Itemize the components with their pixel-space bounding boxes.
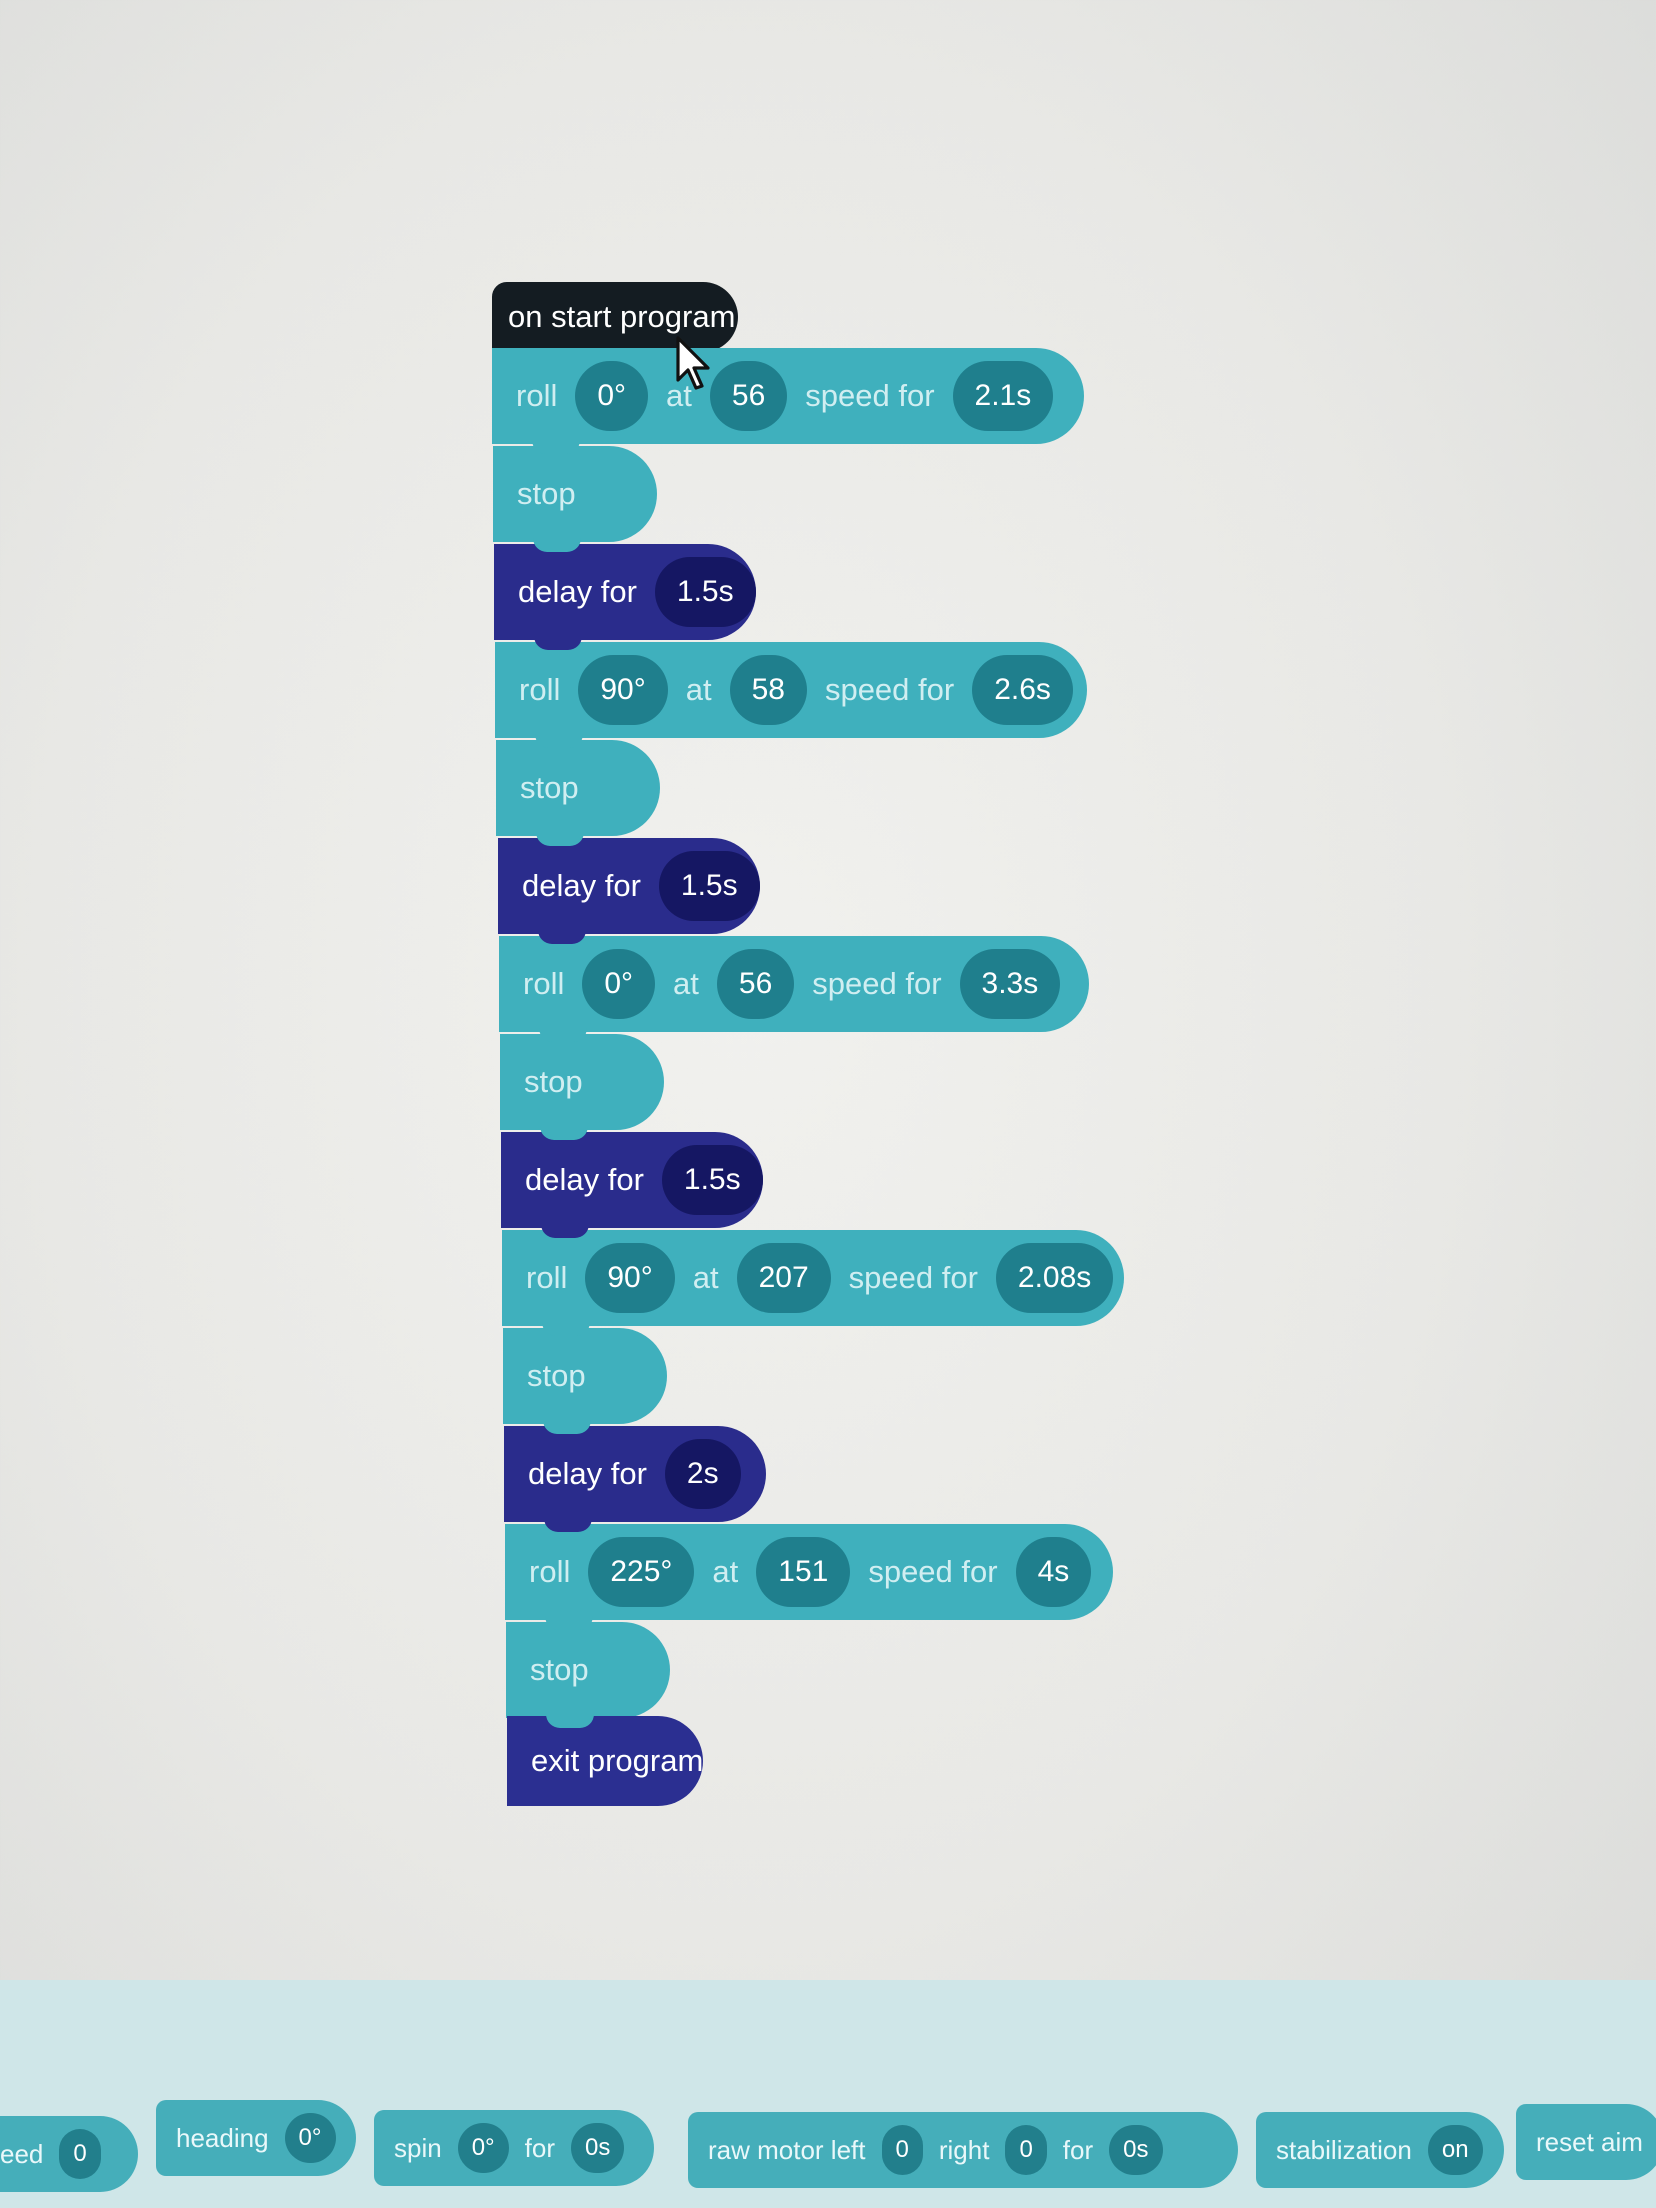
roll-heading-input[interactable]: 90° bbox=[585, 1243, 675, 1313]
roll-duration-input[interactable]: 2.08s bbox=[995, 1243, 1114, 1313]
block-connector-notch bbox=[543, 1420, 591, 1434]
roll-speed-input[interactable]: 151 bbox=[756, 1537, 851, 1607]
roll-block[interactable]: roll 0° at 56 speed for 3.3s bbox=[499, 936, 1089, 1042]
speed-for-label: speed for bbox=[868, 1554, 998, 1589]
roll-heading-input[interactable]: 90° bbox=[578, 655, 668, 725]
roll-heading-input[interactable]: 0° bbox=[582, 949, 656, 1019]
stop-block[interactable]: stop bbox=[506, 1622, 670, 1728]
delay-for-label: delay for bbox=[528, 1456, 647, 1491]
palette-raw-motor-block[interactable]: raw motor left 0 right 0 for 0s bbox=[688, 2112, 1238, 2188]
block-connector-notch bbox=[545, 1616, 593, 1630]
stop-block[interactable]: stop bbox=[493, 446, 657, 552]
exit-program-block[interactable]: exit program bbox=[507, 1716, 703, 1806]
roll-speed-input[interactable]: 58 bbox=[729, 655, 807, 725]
roll-speed-input[interactable]: 207 bbox=[736, 1243, 831, 1313]
roll-label: roll bbox=[523, 966, 565, 1001]
delay-block[interactable]: delay for 1.5s bbox=[501, 1132, 763, 1238]
at-label: at bbox=[685, 672, 712, 707]
block-connector-notch bbox=[540, 1126, 588, 1140]
roll-speed-input[interactable]: 56 bbox=[709, 361, 788, 431]
delay-for-label: delay for bbox=[522, 868, 641, 903]
speed-for-label: speed for bbox=[848, 1260, 978, 1295]
delay-duration-input[interactable]: 1.5s bbox=[658, 851, 760, 921]
roll-label: roll bbox=[516, 378, 558, 413]
program-canvas[interactable]: on start program roll 0° at 56 speed for 2.1s… bbox=[0, 0, 1656, 1980]
roll-block[interactable]: roll 90° at 207 speed for 2.08s bbox=[502, 1230, 1124, 1336]
palette-stabilization-toggle[interactable]: on bbox=[1427, 2125, 1483, 2175]
exit-program-label: exit program bbox=[531, 1743, 704, 1778]
block-connector-notch bbox=[538, 930, 586, 944]
palette-heading-block[interactable]: heading 0° bbox=[156, 2100, 356, 2176]
speed-for-label: speed for bbox=[812, 966, 942, 1001]
mouse-cursor-icon bbox=[676, 336, 710, 390]
palette-raw-right-value[interactable]: 0 bbox=[1005, 2125, 1047, 2175]
palette-spin-for-label: for bbox=[524, 2132, 555, 2163]
roll-block[interactable]: roll 90° at 58 speed for 2.6s bbox=[495, 642, 1087, 748]
stop-label: stop bbox=[530, 1652, 589, 1687]
delay-for-label: delay for bbox=[525, 1162, 644, 1197]
delay-duration-input[interactable]: 1.5s bbox=[654, 557, 756, 627]
palette-raw-for-label: for bbox=[1062, 2134, 1094, 2165]
delay-block[interactable]: delay for 1.5s bbox=[494, 544, 756, 650]
palette-spin-duration[interactable]: 0s bbox=[571, 2123, 625, 2173]
palette-heading-value[interactable]: 0° bbox=[284, 2113, 336, 2163]
delay-duration-input[interactable]: 2s bbox=[664, 1439, 741, 1509]
roll-block[interactable]: roll 0° at 56 speed for 2.1s bbox=[492, 348, 1084, 454]
palette-stabilization-block[interactable]: stabilization on bbox=[1256, 2112, 1504, 2188]
delay-duration-input[interactable]: 1.5s bbox=[661, 1145, 763, 1215]
delay-block[interactable]: delay for 1.5s bbox=[498, 838, 760, 944]
roll-duration-input[interactable]: 4s bbox=[1015, 1537, 1092, 1607]
palette-reset-aim-block[interactable]: reset aim bbox=[1516, 2104, 1656, 2180]
at-label: at bbox=[692, 1260, 719, 1295]
palette-spin-label: spin bbox=[394, 2132, 442, 2163]
on-start-program-label: on start program bbox=[508, 299, 736, 334]
palette-stabilization-label: stabilization bbox=[1276, 2134, 1412, 2165]
palette-speed-label: eed bbox=[0, 2138, 44, 2169]
palette-raw-motor-label: raw motor left bbox=[708, 2134, 866, 2165]
block-connector-notch bbox=[534, 636, 582, 650]
roll-label: roll bbox=[519, 672, 561, 707]
palette-spin-block[interactable]: spin 0° for 0s bbox=[374, 2110, 654, 2186]
roll-duration-input[interactable]: 2.1s bbox=[952, 361, 1054, 431]
roll-speed-input[interactable]: 56 bbox=[716, 949, 795, 1019]
speed-for-label: speed for bbox=[805, 378, 935, 413]
palette-reset-aim-label: reset aim bbox=[1536, 2126, 1643, 2157]
roll-heading-input[interactable]: 0° bbox=[575, 361, 649, 431]
roll-block[interactable]: roll 225° at 151 speed for 4s bbox=[505, 1524, 1113, 1630]
block-connector-notch bbox=[533, 538, 581, 552]
block-connector-notch bbox=[536, 832, 584, 846]
stop-label: stop bbox=[520, 770, 579, 805]
at-label: at bbox=[673, 966, 699, 1001]
block-connector-notch bbox=[544, 1518, 592, 1532]
palette-raw-duration[interactable]: 0s bbox=[1109, 2125, 1163, 2175]
palette-speed-value[interactable]: 0 bbox=[59, 2129, 101, 2179]
block-connector-notch bbox=[542, 1322, 590, 1336]
delay-for-label: delay for bbox=[518, 574, 637, 609]
stop-label: stop bbox=[527, 1358, 586, 1393]
palette-spin-value[interactable]: 0° bbox=[457, 2123, 509, 2173]
palette-raw-right-label: right bbox=[938, 2134, 990, 2165]
stop-block[interactable]: stop bbox=[503, 1328, 667, 1434]
delay-block[interactable]: delay for 2s bbox=[504, 1426, 766, 1532]
stop-label: stop bbox=[524, 1064, 583, 1099]
roll-duration-input[interactable]: 2.6s bbox=[972, 655, 1073, 725]
palette-heading-label: heading bbox=[176, 2122, 269, 2153]
palette-speed-block[interactable]: eed 0 bbox=[0, 2116, 138, 2192]
stop-label: stop bbox=[517, 476, 576, 511]
stop-block[interactable]: stop bbox=[500, 1034, 664, 1140]
block-connector-notch bbox=[539, 1028, 587, 1042]
palette-raw-left-value[interactable]: 0 bbox=[881, 2125, 923, 2175]
block-connector-notch bbox=[532, 440, 580, 454]
roll-heading-input[interactable]: 225° bbox=[588, 1537, 695, 1607]
speed-for-label: speed for bbox=[824, 672, 955, 707]
at-label: at bbox=[712, 1554, 739, 1589]
stop-block[interactable]: stop bbox=[496, 740, 660, 846]
roll-label: roll bbox=[529, 1554, 571, 1589]
roll-label: roll bbox=[526, 1260, 568, 1295]
block-connector-notch bbox=[546, 1714, 594, 1728]
block-connector-notch bbox=[541, 1224, 589, 1238]
roll-duration-input[interactable]: 3.3s bbox=[959, 949, 1061, 1019]
block-connector-notch bbox=[535, 734, 583, 748]
